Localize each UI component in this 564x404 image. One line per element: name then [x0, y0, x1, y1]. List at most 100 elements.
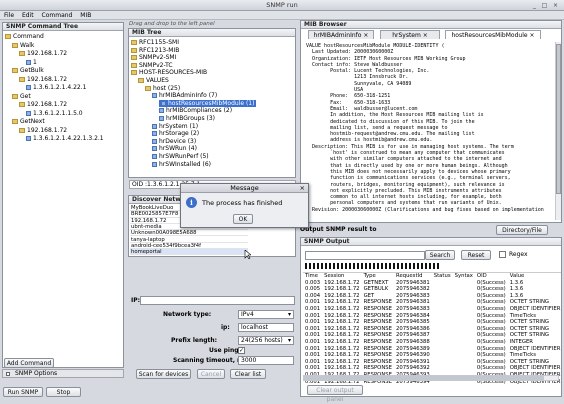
- table-row[interactable]: 0.001 192.168.1.72 RESPONSE 2075946392 0(Suc…: [303, 365, 561, 372]
- table-row[interactable]: 0.004 192.168.1.72 GET 2075946383 0(Success)…: [303, 293, 561, 300]
- maximize-button[interactable]: □: [541, 2, 548, 9]
- command-tree-item[interactable]: 1.3.6.1.2.1.1.5.0: [26, 110, 83, 118]
- command-tree-item[interactable]: GetNext: [12, 118, 45, 126]
- menu-mib[interactable]: MIB: [80, 12, 91, 19]
- command-tree-item[interactable]: 1: [26, 59, 37, 67]
- mib-tree-item[interactable]: hrMIBAdminInfo (7): [152, 92, 217, 99]
- table-cell: OCTET STRING: [509, 319, 550, 326]
- column-header[interactable]: Type: [362, 273, 394, 280]
- regex-checkbox[interactable]: [499, 251, 506, 258]
- mib-tree-item[interactable]: hrSWInstalled (6): [152, 161, 211, 168]
- folder-icon: [145, 85, 151, 91]
- menu-edit[interactable]: Edit: [22, 12, 34, 19]
- tab-hrsystem[interactable]: hrSystem ×: [380, 30, 440, 39]
- mib-tree-item[interactable]: RFC1213-MIB: [131, 47, 179, 54]
- expand-toggle-icon[interactable]: [6, 372, 10, 376]
- mib-tree-item[interactable]: hrSWRunPerf (5): [152, 153, 209, 160]
- host-list-item[interactable]: homeportal: [130, 249, 248, 256]
- close-window-button[interactable]: ×: [552, 2, 559, 9]
- ip2-input[interactable]: localhost: [238, 323, 294, 332]
- mib-tree-item[interactable]: SNMPv2-SMI: [131, 54, 176, 61]
- mib-tree-item[interactable]: RFC1155-SMI: [131, 39, 179, 46]
- mib-tree-item[interactable]: hrStorage (2): [152, 130, 199, 137]
- table-cell: 0.004: [305, 292, 321, 299]
- command-tree-item[interactable]: GetBulk: [12, 67, 44, 75]
- table-row[interactable]: 0.001 192.168.1.72 RESPONSE 2075946388 0(Suc…: [303, 339, 561, 346]
- mib-text-line: Revision: 200003060000Z (Clarifications …: [306, 206, 544, 213]
- timeout-input[interactable]: 3000: [238, 356, 294, 365]
- table-row[interactable]: 0.001 192.168.1.72 RESPONSE 2075946385 0(Suc…: [303, 319, 561, 326]
- mib-browser-tabs: hrMIBAdminInfo × hrSystem × hostResource…: [302, 30, 562, 40]
- command-tree-item[interactable]: Walk: [12, 42, 34, 50]
- table-row[interactable]: 0.001 192.168.1.72 RESPONSE 2075946390 0(Suc…: [303, 352, 561, 359]
- run-snmp-button[interactable]: Run SNMP: [3, 387, 43, 397]
- stop-button[interactable]: Stop: [46, 387, 81, 397]
- output-search-input[interactable]: [305, 251, 425, 260]
- network-type-select[interactable]: IPv4 ▾: [238, 310, 294, 319]
- mib-tree-item[interactable]: VALUES: [138, 77, 169, 84]
- horizontal-scrollbar[interactable]: [303, 375, 559, 381]
- prefix-length-select[interactable]: 24(256 hosts) ▾: [238, 336, 294, 345]
- mib-tree-item[interactable]: SNMPv2-TC: [131, 62, 173, 69]
- command-tree-item[interactable]: 1.3.6.1.2.1.4.22.1.3.2.1: [26, 135, 104, 143]
- close-icon[interactable]: ×: [300, 184, 305, 193]
- menu-file[interactable]: File: [4, 12, 14, 19]
- table-cell: 2075946388: [396, 338, 430, 345]
- close-tab-icon[interactable]: ×: [363, 32, 368, 39]
- column-header[interactable]: Status: [432, 273, 453, 280]
- mib-tree-item[interactable]: hrSystem (1): [152, 123, 198, 130]
- scrollbar-thumb[interactable]: [556, 44, 561, 194]
- cancel-scan-button[interactable]: Cancel: [197, 369, 225, 379]
- mib-tree-item[interactable]: hrMIBGroups (3): [159, 115, 215, 122]
- clear-output-button[interactable]: Clear output panel: [307, 385, 363, 403]
- mib-tree-item[interactable]: hrMIBCompliances (2): [159, 107, 232, 114]
- menu-command[interactable]: Command: [42, 12, 73, 19]
- close-tab-icon[interactable]: ×: [529, 32, 534, 39]
- ip-input[interactable]: [140, 296, 295, 305]
- search-button[interactable]: Search: [425, 250, 455, 260]
- mib-tree-item[interactable]: hrDevice (3): [152, 138, 196, 145]
- add-command-button[interactable]: Add Command: [4, 358, 54, 368]
- mib-tree-item[interactable]: hostResourcesMibModule (1): [159, 99, 257, 107]
- directory-file-button[interactable]: Directory/File: [496, 225, 548, 235]
- command-tree-item[interactable]: 1.3.6.1.2.1.4.22.1: [26, 84, 86, 92]
- table-row[interactable]: 0.001 192.168.1.72 RESPONSE 2075946386 0(Suc…: [303, 326, 561, 333]
- column-header[interactable]: Session: [322, 273, 361, 280]
- table-row[interactable]: 0.001 192.168.1.72 RESPONSE 2075946384 0(Suc…: [303, 313, 561, 320]
- reset-button[interactable]: Reset: [461, 250, 491, 260]
- command-tree-item[interactable]: Get: [12, 93, 31, 101]
- scrollbar-thumb[interactable]: [304, 376, 544, 380]
- command-tree-item[interactable]: 192.168.1.72: [19, 101, 67, 109]
- column-header[interactable]: Time: [303, 273, 322, 280]
- command-tree-item[interactable]: 192.168.1.72: [19, 127, 67, 135]
- vertical-scrollbar[interactable]: [555, 42, 561, 220]
- table-row[interactable]: 0.001 192.168.1.72 RESPONSE 2075946389 0(Suc…: [303, 346, 561, 353]
- snmp-options-bar[interactable]: SNMP Options: [2, 369, 124, 378]
- column-header[interactable]: OID: [475, 273, 508, 280]
- use-ping-checkbox[interactable]: ✓: [238, 347, 245, 354]
- mib-tree-item[interactable]: host (25): [145, 85, 180, 92]
- command-tree-item[interactable]: 192.168.1.72: [19, 50, 67, 58]
- clear-list-button[interactable]: Clear list: [230, 369, 266, 379]
- table-row[interactable]: 0.001 192.168.1.72 RESPONSE 2075946387 0(Suc…: [303, 332, 561, 339]
- command-tree-item[interactable]: 192.168.1.72: [19, 76, 67, 84]
- scan-devices-button[interactable]: Scan for devices: [136, 369, 191, 379]
- dialog-ok-button[interactable]: OK: [233, 214, 253, 224]
- table-row[interactable]: 0.001 192.168.1.72 RESPONSE 2075946383 0(Suc…: [303, 306, 561, 313]
- message-dialog: Message × i The process has finished OK: [180, 183, 309, 228]
- minimize-button[interactable]: _: [531, 2, 538, 9]
- close-tab-icon[interactable]: ×: [423, 32, 428, 39]
- tab-hrmibadmininfo[interactable]: hrMIBAdminInfo ×: [308, 30, 374, 39]
- table-row[interactable]: 0.003 192.168.1.72 GETNEXT 2075946381 0(Succ…: [303, 280, 561, 287]
- tab-hostresourcesmibmodule[interactable]: hostResourcesMibModule ×: [445, 30, 541, 39]
- snmp-output-header: SNMP Output: [301, 238, 561, 246]
- column-header[interactable]: Syntax: [453, 273, 475, 280]
- column-header[interactable]: Value: [508, 273, 561, 280]
- table-row[interactable]: 0.001 192.168.1.72 RESPONSE 2075946381 0(Suc…: [303, 299, 561, 306]
- tree-root-command[interactable]: Command: [5, 33, 44, 41]
- table-row[interactable]: 0.005 192.168.1.72 GETBULK 2075946382 0(Succ…: [303, 286, 561, 293]
- mib-tree-item[interactable]: HOST-RESOURCES-MIB: [131, 69, 207, 76]
- mib-tree-item[interactable]: hrSWRun (4): [152, 145, 197, 152]
- table-row[interactable]: 0.001 192.168.1.72 RESPONSE 2075946391 0(Suc…: [303, 359, 561, 366]
- column-header[interactable]: RequestId: [394, 273, 432, 280]
